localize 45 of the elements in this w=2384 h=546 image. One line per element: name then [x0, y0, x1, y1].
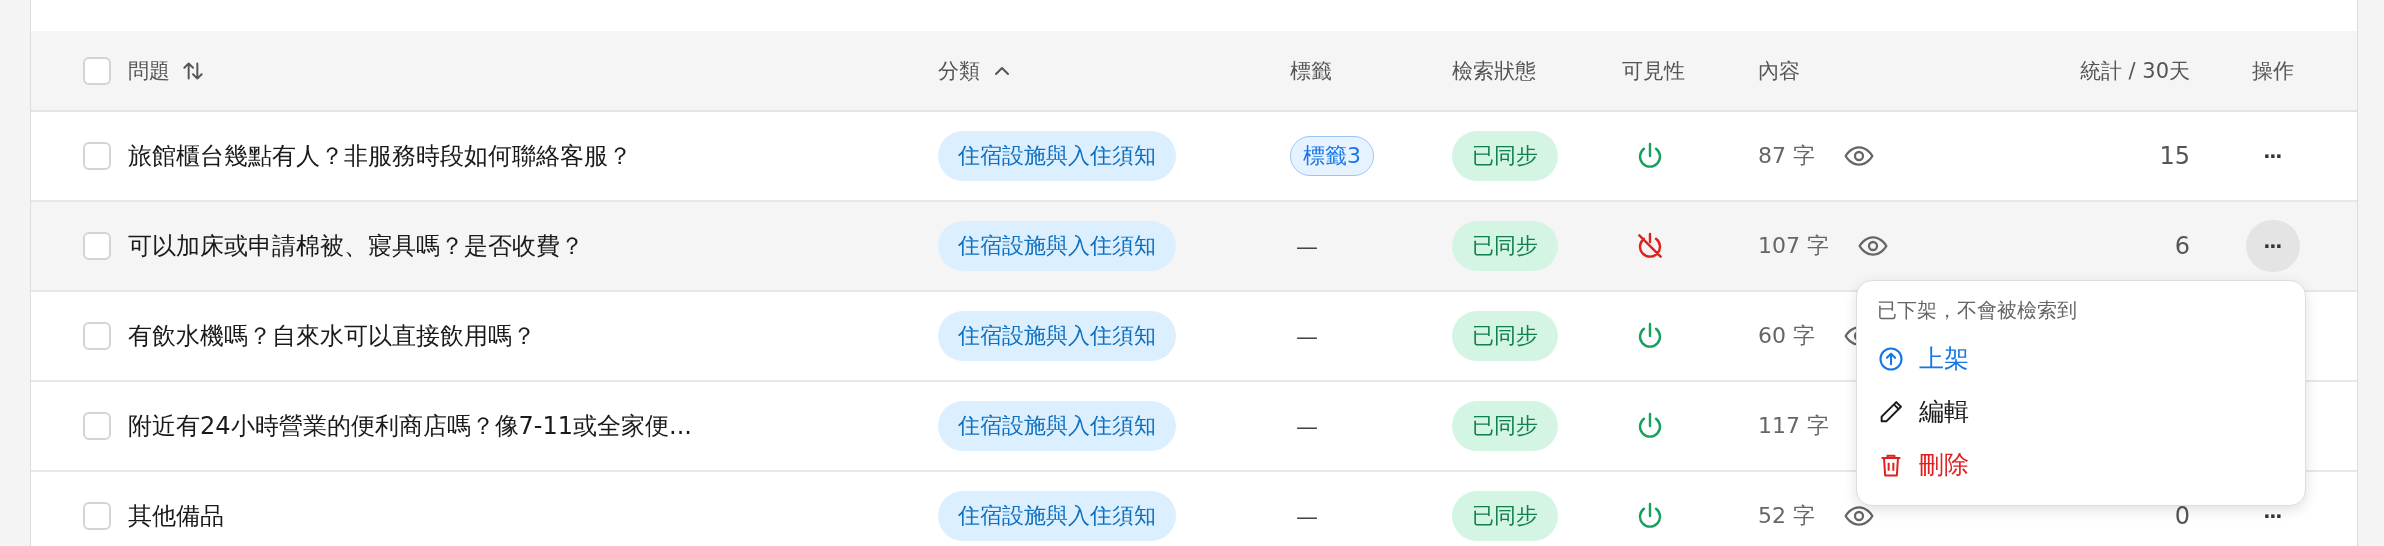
sync-status-tag: 已同步	[1452, 401, 1558, 451]
select-all-checkbox[interactable]	[83, 56, 111, 85]
tag-label: 標籤3	[1290, 136, 1374, 176]
column-header: 內容	[1758, 57, 1800, 85]
category-tag: 住宿設施與入住須知	[938, 131, 1176, 181]
column-header: 統計 / 30天	[2079, 57, 2190, 85]
empty-tag-dash: —	[1295, 413, 1318, 439]
view-count: 15	[2159, 142, 2190, 170]
empty-tag-dash: —	[1295, 233, 1318, 259]
more-actions-button[interactable]: ···	[2245, 130, 2300, 182]
row-checkbox[interactable]	[83, 142, 111, 170]
word-count: 87 字	[1758, 142, 1815, 170]
category-tag: 住宿設施與入住須知	[938, 221, 1176, 271]
column-header: 問題	[128, 57, 170, 85]
row-checkbox[interactable]	[83, 322, 111, 350]
word-count: 60 字	[1758, 322, 1815, 350]
column-header: 檢索狀態	[1452, 57, 1536, 85]
word-count: 117 字	[1758, 412, 1829, 440]
menu-item[interactable]: 編輯	[1876, 385, 1969, 438]
sync-status-tag: 已同步	[1452, 311, 1558, 361]
question-text: 旅館櫃台幾點有人？非服務時段如何聯絡客服？	[128, 141, 632, 172]
column-header: 可見性	[1622, 57, 1685, 85]
sync-status-tag: 已同步	[1452, 491, 1558, 541]
arrow-up-circle-icon	[1876, 344, 1905, 373]
word-count: 107 字	[1758, 232, 1829, 260]
row-checkbox[interactable]	[83, 502, 111, 530]
row-checkbox[interactable]	[83, 412, 111, 440]
sync-status-tag: 已同步	[1452, 131, 1558, 181]
view-count: 6	[2174, 232, 2190, 260]
menu-note: 已下架，不會被檢索到	[1876, 297, 2077, 324]
category-tag: 住宿設施與入住須知	[938, 311, 1176, 361]
category-tag: 住宿設施與入住須知	[938, 491, 1176, 541]
question-text: 可以加床或申請棉被、寢具嗎？是否收費？	[128, 231, 584, 262]
category-tag: 住宿設施與入住須知	[938, 401, 1176, 451]
empty-tag-dash: —	[1295, 323, 1318, 349]
more-actions-button[interactable]: ···	[2245, 220, 2300, 272]
question-text: 有飲水機嗎？自來水可以直接飲用嗎？	[128, 321, 536, 352]
column-header: 標籤	[1290, 57, 1332, 85]
sync-status-tag: 已同步	[1452, 221, 1558, 271]
menu-item[interactable]: 上架	[1876, 332, 1969, 385]
question-text: 附近有24小時營業的便利商店嗎？像7-11或全家便...	[128, 411, 692, 442]
column-header: 分類	[938, 57, 980, 85]
column-header: 操作	[2251, 57, 2294, 85]
row-checkbox[interactable]	[83, 232, 111, 260]
empty-tag-dash: —	[1295, 503, 1318, 529]
